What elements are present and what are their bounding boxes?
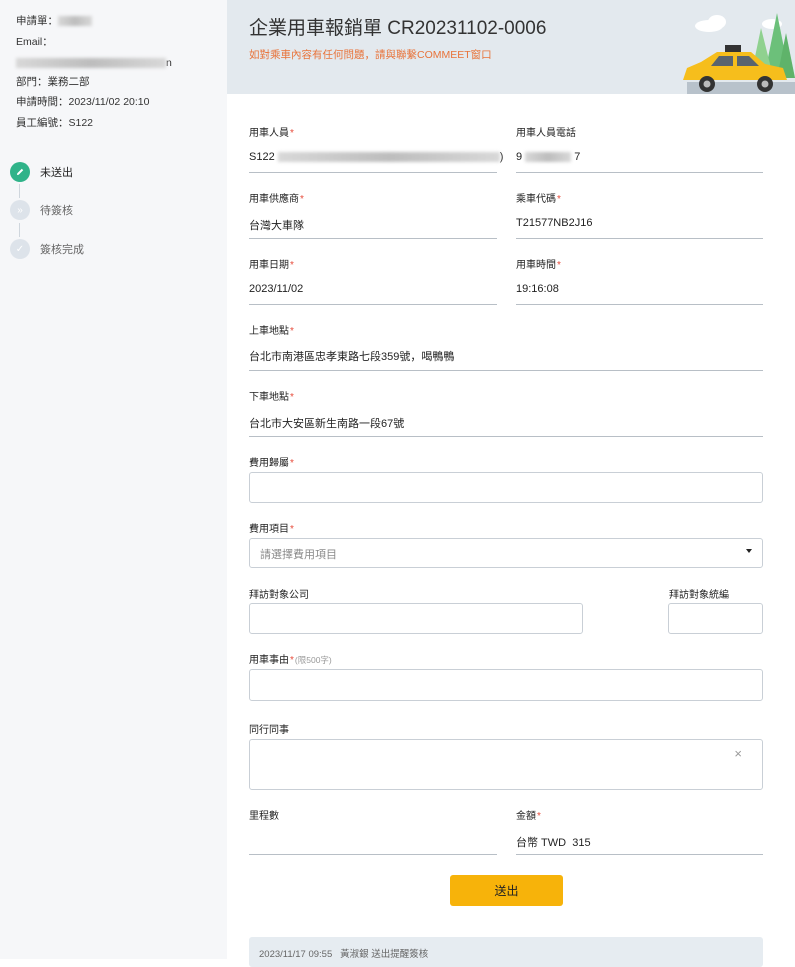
request-no: 申請單： [16, 14, 92, 28]
time-label: 用車時間* [516, 260, 561, 271]
supplier-label: 用車供應商* [249, 194, 304, 205]
ride-code-value: T21577NB2J16 [516, 217, 593, 229]
redacted-phone [525, 152, 572, 163]
pickup-value: 台北市南港區忠孝東路七段359號，喝鴨鴨 [249, 351, 455, 363]
activity-log: 2023/11/17 09:55 黃淑銀 送出提醒簽核 [249, 937, 763, 967]
department: 部門：業務二部 [16, 76, 90, 88]
step-connector [19, 184, 20, 198]
cost-attribution-input[interactable] [249, 472, 763, 503]
step-connector [19, 223, 20, 237]
amount-underline [516, 854, 763, 855]
dropoff-underline [249, 436, 763, 437]
amount-value: 台幣 TWD 315 [516, 837, 591, 849]
mileage-label: 里程數 [249, 811, 279, 822]
rider-value: S122 ) [249, 151, 504, 163]
cost-item-select[interactable]: 請選擇費用項目 [249, 538, 763, 568]
redacted-request-no [58, 16, 92, 27]
step-approved: ✓ 簽核完成 [10, 239, 84, 259]
step-pending: » 待簽核 [10, 200, 73, 220]
pencil-icon [10, 162, 30, 182]
pickup-label: 上車地點* [249, 326, 294, 337]
visit-company-label: 拜訪對象公司 [249, 590, 309, 601]
rider-underline [249, 172, 497, 173]
rider-phone-value: 9 7 [516, 151, 581, 163]
visit-tax-id-label: 拜訪對象統編 [669, 590, 729, 601]
contact-notice: 如對乘車內容有任何問題，請與聯繫COMMEET窗口 [249, 49, 492, 61]
reason-label: 用車事由*(限500字) [249, 655, 332, 666]
clear-icon[interactable]: × [734, 746, 742, 761]
double-chevron-icon: » [10, 200, 30, 220]
page-title: 企業用車報銷單 CR20231102-0006 [249, 18, 547, 39]
submit-button[interactable]: 送出 [450, 875, 563, 906]
rider-label: 用車人員* [249, 128, 294, 139]
request-no-label: 申請單： [16, 15, 58, 27]
ride-code-underline [516, 238, 763, 239]
redacted-email [16, 58, 166, 69]
employee-no: 員工編號：S122 [16, 117, 94, 129]
email-label: Email： [16, 36, 53, 48]
taxi-illustration-icon [683, 13, 795, 94]
pickup-underline [249, 370, 763, 371]
visit-tax-id-input[interactable] [668, 603, 763, 634]
step-label: 簽核完成 [40, 244, 84, 256]
email-tail: n [166, 57, 172, 69]
redacted-rider-name [277, 152, 500, 163]
request-time: 申請時間：2023/11/02 20:10 [16, 96, 150, 108]
visit-company-input[interactable] [249, 603, 583, 634]
step-label: 未送出 [40, 167, 73, 179]
time-value: 19:16:08 [516, 283, 559, 295]
step-label: 待簽核 [40, 205, 73, 217]
amount-label: 金額* [516, 811, 541, 822]
supplier-underline [249, 238, 497, 239]
cost-attribution-label: 費用歸屬* [249, 458, 294, 469]
date-underline [249, 304, 497, 305]
check-icon: ✓ [10, 239, 30, 259]
dropoff-value: 台北市大安區新生南路一段67號 [249, 418, 405, 430]
email-value: n [16, 56, 172, 70]
colleagues-label: 同行同事 [249, 725, 289, 736]
date-label: 用車日期* [249, 260, 294, 271]
cost-item-label: 費用項目* [249, 524, 294, 535]
caret-down-icon [746, 549, 752, 553]
dropoff-label: 下車地點* [249, 392, 294, 403]
colleagues-input[interactable]: × [249, 739, 763, 790]
rider-phone-underline [516, 172, 763, 173]
reason-input[interactable] [249, 669, 763, 701]
cost-item-placeholder: 請選擇費用項目 [260, 549, 337, 561]
ride-code-label: 乘車代碼* [516, 194, 561, 205]
sidebar: 申請單： Email： n 部門：業務二部 申請時間：2023/11/02 20… [0, 0, 227, 959]
supplier-value: 台灣大車隊 [249, 220, 304, 232]
log-entry: 2023/11/17 09:55 黃淑銀 送出提醒簽核 [259, 949, 429, 960]
rider-phone-label: 用車人員電話 [516, 128, 576, 139]
page-header: 企業用車報銷單 CR20231102-0006 如對乘車內容有任何問題，請與聯繫… [227, 0, 795, 94]
time-underline [516, 304, 763, 305]
mileage-underline [249, 854, 497, 855]
step-not-submitted: 未送出 [10, 162, 73, 182]
date-value: 2023/11/02 [249, 283, 304, 295]
